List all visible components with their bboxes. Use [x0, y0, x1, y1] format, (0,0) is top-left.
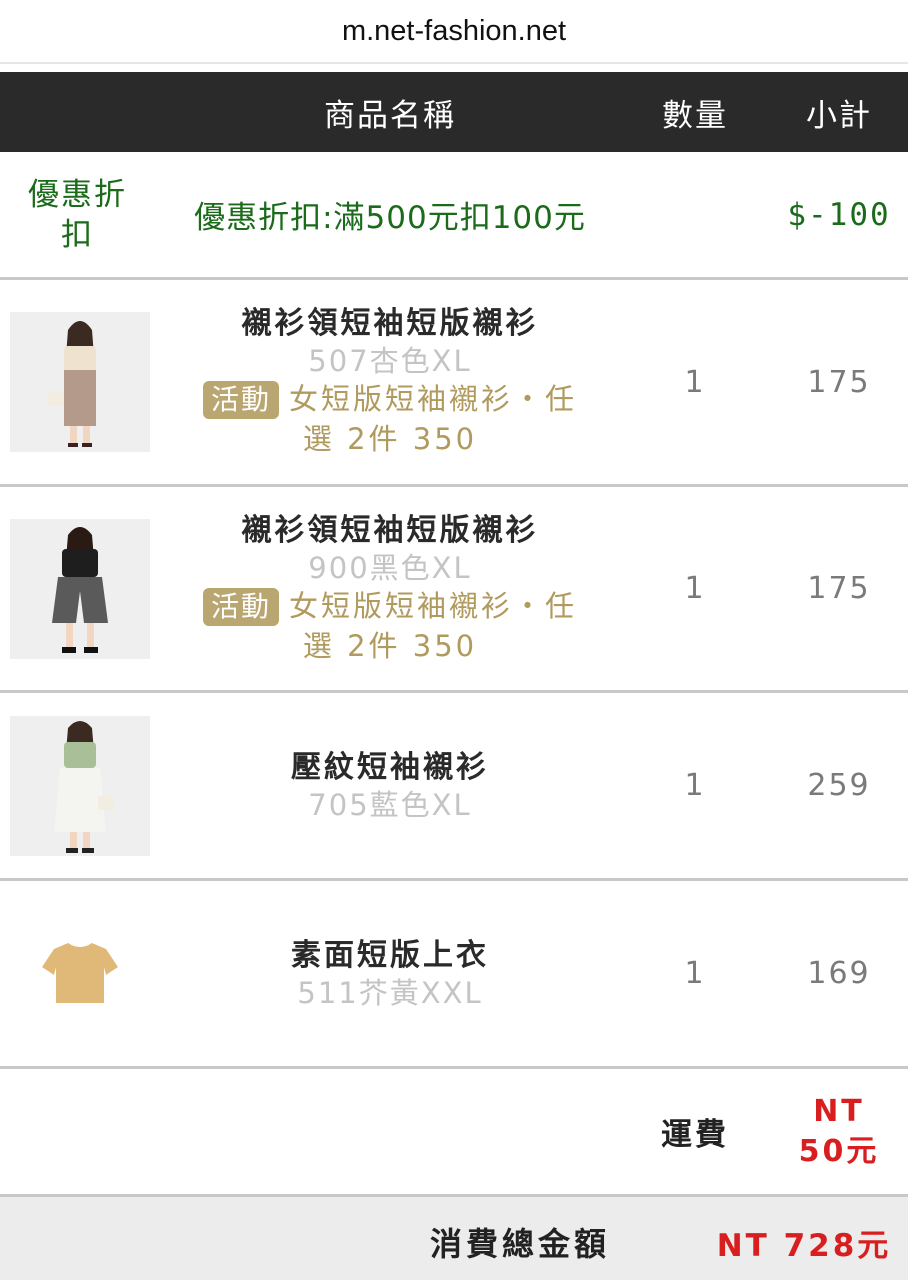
- product-variant: 705藍色XL: [308, 787, 472, 822]
- promo-line2[interactable]: 選 2件 350: [303, 422, 477, 456]
- url-text: m.net-fashion.net: [341, 14, 567, 47]
- promo-line2[interactable]: 選 2件 350: [303, 629, 477, 663]
- promo-badge: 活動: [202, 587, 279, 626]
- product-name[interactable]: 襯衫領短袖短版襯衫: [242, 512, 539, 550]
- item-subtotal: 175: [807, 364, 871, 400]
- product-thumbnail[interactable]: [10, 312, 150, 452]
- header-subtotal: 小計: [806, 97, 872, 134]
- total-row: 消費總金額 NT 728元: [0, 1197, 908, 1280]
- shipping-amount: NT 50元: [770, 1069, 908, 1194]
- product-info: 壓紋短袖襯衫 705藍色XL: [160, 693, 620, 878]
- cart-item-row: 壓紋短袖襯衫 705藍色XL 1 259: [0, 693, 908, 881]
- shipping-row: 運費 NT 50元: [0, 1069, 908, 1197]
- product-info: 襯衫領短袖短版襯衫 507杏色XL 活動 女短版短袖襯衫・任 選 2件 350: [160, 280, 620, 484]
- item-subtotal: 175: [807, 571, 871, 606]
- item-subtotal: 259: [807, 768, 871, 803]
- cart-item-row: 襯衫領短袖短版襯衫 900黑色XL 活動 女短版短袖襯衫・任 選 2件 350 1…: [0, 487, 908, 693]
- product-thumbnail[interactable]: [10, 716, 150, 856]
- product-info: 素面短版上衣 511芥黃XXL: [160, 881, 620, 1066]
- discount-amount: $-100: [787, 196, 891, 233]
- header-product: 商品名稱: [324, 97, 456, 134]
- discount-row: 優惠折 扣 優惠折扣:滿500元扣100元 $-100: [0, 152, 908, 280]
- item-qty: 1: [684, 956, 706, 991]
- table-header: 商品名稱 數量 小計: [0, 72, 908, 152]
- product-name[interactable]: 壓紋短袖襯衫: [291, 749, 489, 787]
- total-label: 消費總金額: [429, 1225, 610, 1263]
- product-thumbnail[interactable]: [10, 519, 150, 659]
- promo-line1[interactable]: 女短版短袖襯衫・任: [289, 589, 577, 623]
- discount-label-line1: 優惠折: [28, 176, 127, 213]
- discount-label-line2: 扣: [61, 216, 94, 253]
- promo-line1[interactable]: 女短版短袖襯衫・任: [289, 382, 577, 416]
- shipping-amount-line1: NT: [813, 1093, 865, 1129]
- url-bar-divider: [0, 62, 908, 64]
- item-subtotal: 169: [807, 956, 871, 991]
- header-qty: 數量: [662, 97, 728, 134]
- product-name[interactable]: 素面短版上衣: [291, 937, 489, 975]
- item-qty: 1: [684, 768, 706, 803]
- promo-badge: 活動: [202, 381, 279, 419]
- product-thumbnail[interactable]: [10, 905, 150, 1045]
- discount-name: 優惠折扣:滿500元扣100元: [194, 200, 586, 236]
- shipping-label: 運費: [661, 1117, 729, 1153]
- cart-item-row: 素面短版上衣 511芥黃XXL 1 169: [0, 881, 908, 1069]
- product-variant: 511芥黃XXL: [297, 975, 483, 1010]
- product-name[interactable]: 襯衫領短袖短版襯衫: [242, 305, 539, 343]
- discount-label: 優惠折 扣: [10, 152, 145, 277]
- total-amount: NT 728元: [716, 1227, 892, 1264]
- product-variant: 507杏色XL: [308, 344, 472, 378]
- promotion-text: 活動 女短版短袖襯衫・任 選 2件 350: [165, 379, 615, 459]
- item-qty: 1: [684, 571, 706, 606]
- browser-url-bar[interactable]: m.net-fashion.net: [0, 0, 908, 62]
- item-qty: 1: [684, 364, 706, 400]
- product-info: 襯衫領短袖短版襯衫 900黑色XL 活動 女短版短袖襯衫・任 選 2件 350: [160, 487, 620, 690]
- cart-item-row: 襯衫領短袖短版襯衫 507杏色XL 活動 女短版短袖襯衫・任 選 2件 350 1…: [0, 280, 908, 487]
- product-variant: 900黑色XL: [308, 550, 472, 585]
- promotion-text: 活動 女短版短袖襯衫・任 選 2件 350: [165, 586, 615, 666]
- shipping-amount-line2: 50元: [798, 1133, 880, 1169]
